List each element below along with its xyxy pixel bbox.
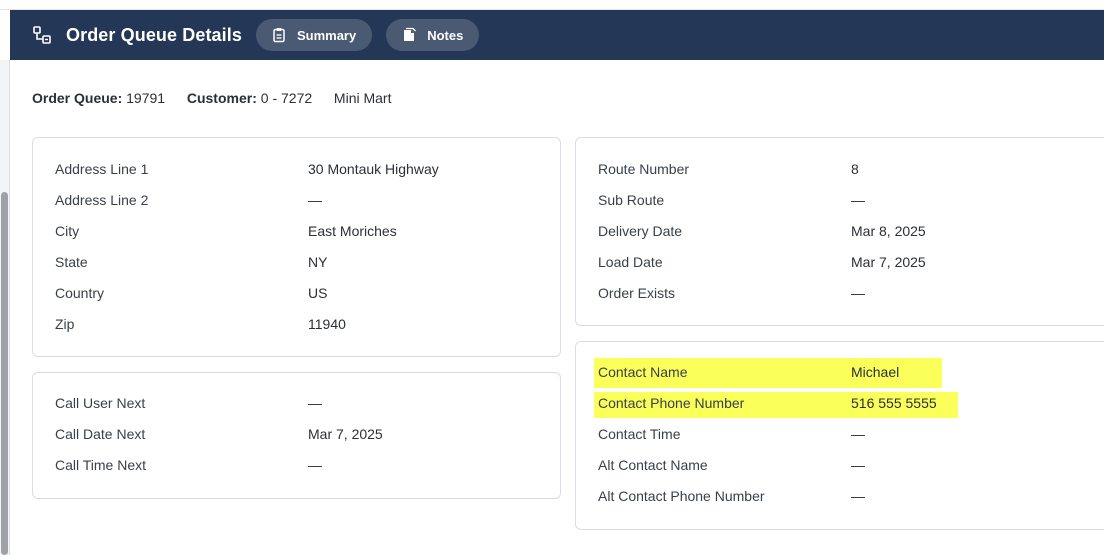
- field-label: Delivery Date: [598, 223, 683, 239]
- field-row: Address Line 1 30 Montauk Highway: [33, 161, 533, 181]
- field-value: Michael: [851, 364, 900, 380]
- field-row: City East Moriches: [33, 223, 533, 243]
- field-row: Zip 11940: [33, 316, 533, 336]
- field-value: 8: [851, 161, 859, 177]
- field-label: Call Date Next: [55, 426, 146, 442]
- field-row: Address Line 2 —: [33, 192, 533, 212]
- field-row: Contact Name Michael: [576, 364, 1076, 384]
- field-value: —: [851, 192, 865, 208]
- field-label: Route Number: [598, 161, 690, 177]
- field-row: Call User Next —: [33, 395, 533, 415]
- tab-notes[interactable]: Notes: [386, 19, 480, 51]
- field-label: Country: [55, 285, 105, 301]
- field-row: Alt Contact Phone Number —: [576, 488, 1076, 508]
- field-row: Call Date Next Mar 7, 2025: [33, 426, 533, 446]
- field-value: —: [308, 192, 322, 208]
- address-card: Address Line 1 30 Montauk Highway Addres…: [32, 137, 561, 357]
- field-value: East Moriches: [308, 223, 397, 239]
- field-label: Address Line 2: [55, 192, 149, 208]
- field-label: State: [55, 254, 88, 270]
- field-row: Sub Route —: [576, 192, 1076, 212]
- field-label: Zip: [55, 316, 75, 332]
- field-label: Contact Time: [598, 426, 681, 442]
- field-value: 516 555 5555: [851, 395, 937, 411]
- field-row: Call Time Next —: [33, 457, 533, 477]
- scrollbar-thumb[interactable]: [1, 192, 8, 555]
- customer-id: 0 - 7272: [260, 90, 313, 106]
- tab-summary[interactable]: Summary: [255, 19, 373, 51]
- field-row: Alt Contact Name —: [576, 457, 1076, 477]
- field-value: Mar 7, 2025: [308, 426, 383, 442]
- field-value: 30 Montauk Highway: [308, 161, 439, 177]
- notes-icon: [401, 27, 417, 43]
- order-queue-label: Order Queue:: [32, 90, 123, 106]
- field-value: NY: [308, 254, 328, 270]
- order-queue-value: 19791: [126, 90, 166, 106]
- field-row: Delivery Date Mar 8, 2025: [576, 223, 1076, 243]
- field-value: —: [851, 488, 865, 504]
- field-value: US: [308, 285, 328, 301]
- field-row: Country US: [33, 285, 533, 305]
- field-label: City: [55, 223, 80, 239]
- field-label: Sub Route: [598, 192, 665, 208]
- field-label: Alt Contact Phone Number: [598, 488, 765, 504]
- queue-details-icon: [32, 25, 52, 45]
- order-summary-line: Order Queue: 19791 Customer: 0 - 7272 Mi…: [32, 90, 391, 106]
- clipboard-icon: [271, 27, 287, 43]
- field-label: Address Line 1: [55, 161, 149, 177]
- field-value: —: [308, 457, 322, 473]
- page-header: Order Queue Details Summary Notes: [10, 10, 1104, 60]
- page-title: Order Queue Details: [66, 24, 242, 45]
- tab-summary-label: Summary: [296, 27, 357, 43]
- field-value: —: [851, 457, 865, 473]
- field-label: Call Time Next: [55, 457, 147, 473]
- field-value: Mar 8, 2025: [851, 223, 926, 239]
- field-value: —: [851, 285, 865, 301]
- field-label: Call User Next: [55, 395, 146, 411]
- field-value: —: [851, 426, 865, 442]
- field-label: Contact Name: [598, 364, 688, 380]
- field-label: Order Exists: [598, 285, 676, 301]
- route-card: Route Number 8 Sub Route — Delivery Date…: [575, 137, 1104, 326]
- field-row: Route Number 8: [576, 161, 1076, 181]
- field-value: —: [308, 395, 322, 411]
- customer-label: Customer:: [186, 90, 257, 106]
- field-row: State NY: [33, 254, 533, 274]
- field-row: Contact Phone Number 516 555 5555: [576, 395, 1076, 415]
- customer-name: Mini Mart: [333, 90, 392, 106]
- field-value: Mar 7, 2025: [851, 254, 926, 270]
- field-label: Contact Phone Number: [598, 395, 745, 411]
- top-strip: [0, 0, 1104, 10]
- field-row: Order Exists —: [576, 285, 1076, 305]
- field-label: Alt Contact Name: [598, 457, 708, 473]
- field-value: 11940: [308, 316, 346, 332]
- field-row: Load Date Mar 7, 2025: [576, 254, 1076, 274]
- field-row: Contact Time —: [576, 426, 1076, 446]
- call-card: Call User Next — Call Date Next Mar 7, 2…: [32, 372, 561, 499]
- field-label: Load Date: [598, 254, 663, 270]
- contact-card: Contact Name Michael Contact Phone Numbe…: [575, 341, 1104, 530]
- tab-notes-label: Notes: [427, 27, 464, 43]
